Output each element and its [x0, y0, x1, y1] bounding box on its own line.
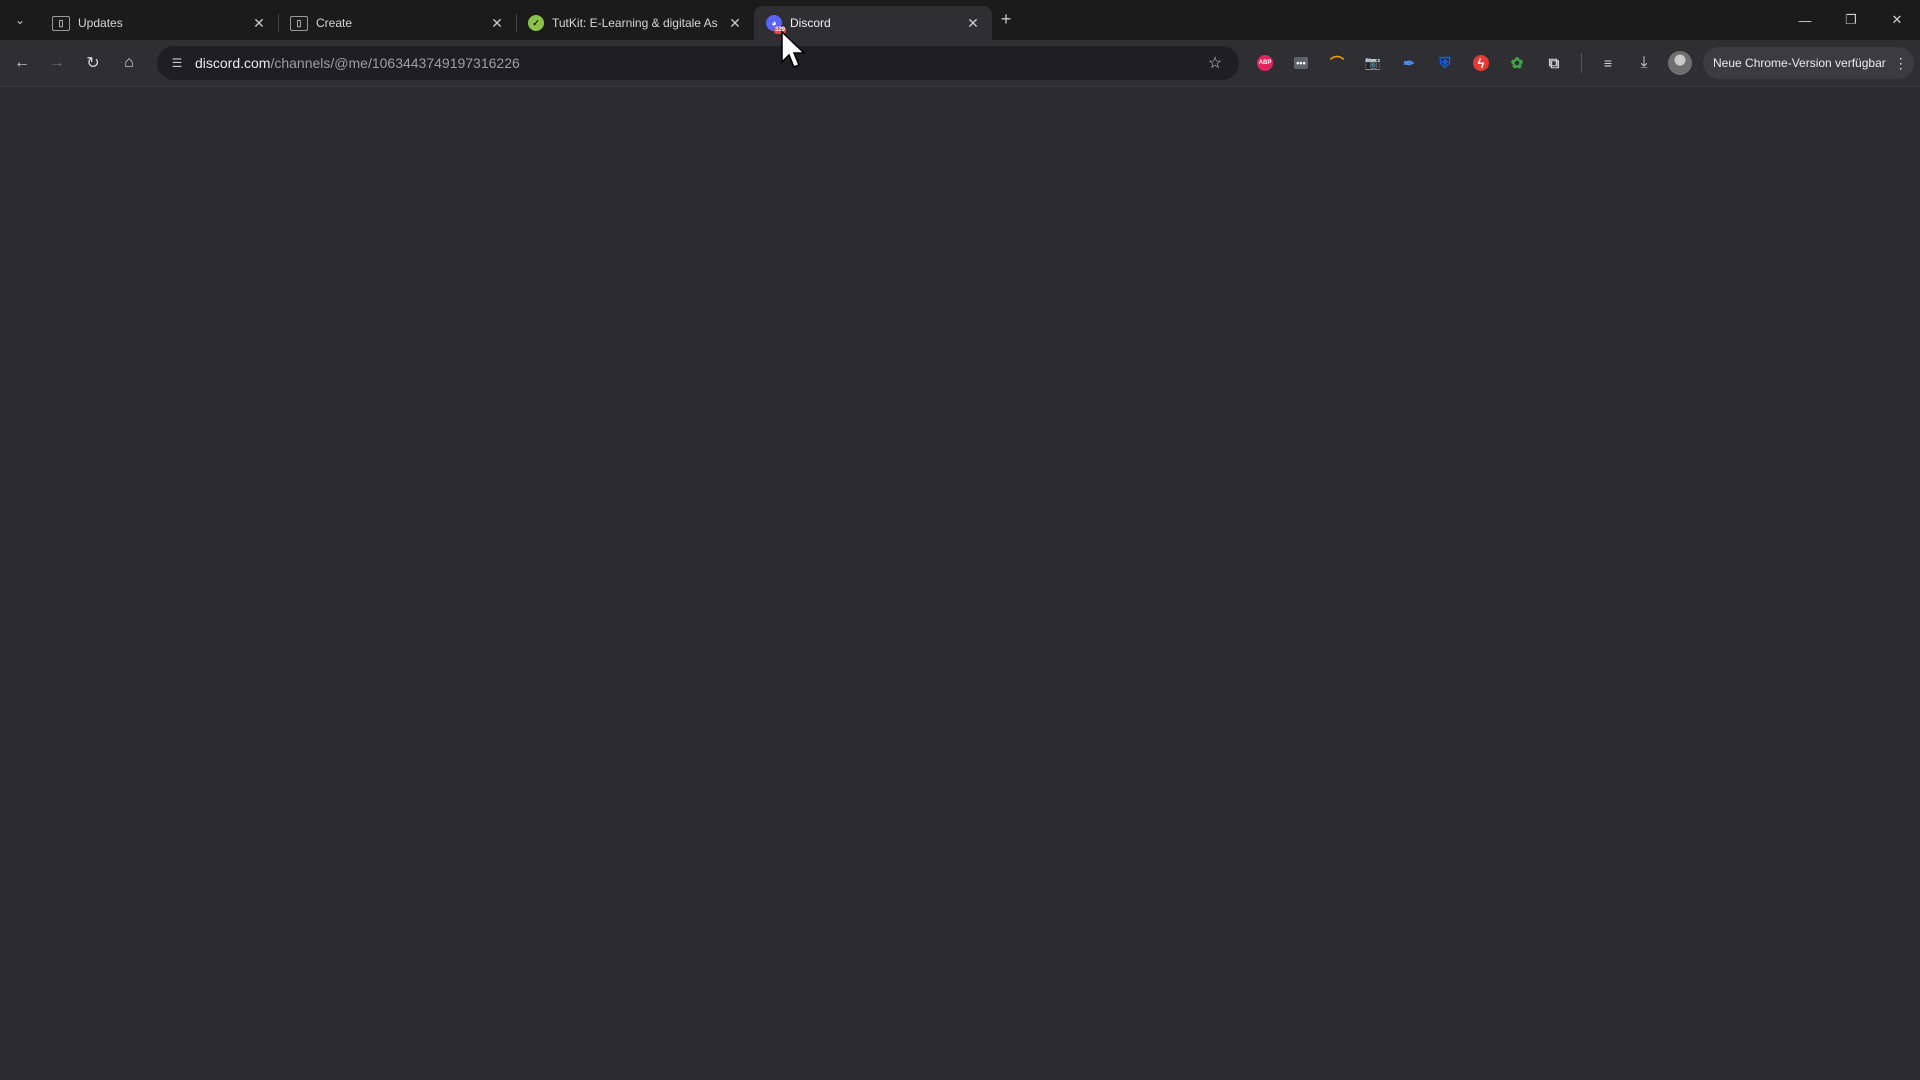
tab-strip: ⌄ ▯ Updates ✕ ▯ Create ✕ ✓ TutKit: E-Lea… — [0, 0, 1920, 40]
tab-updates[interactable]: ▯ Updates ✕ — [40, 6, 278, 40]
tab-search-chevron-icon[interactable]: ⌄ — [8, 8, 32, 32]
new-tab-button[interactable]: + — [995, 8, 1017, 30]
minimize-button[interactable]: — — [1782, 0, 1828, 40]
bookmark-star-icon[interactable]: ☆ — [1203, 51, 1227, 75]
adblock-plus-icon[interactable]: ABP — [1254, 52, 1276, 74]
lightning-glyph: ϟ — [1473, 55, 1489, 71]
download-icon[interactable]: ⤓ — [1632, 51, 1656, 75]
tab-close-icon[interactable]: ✕ — [250, 14, 268, 32]
document-icon: ▯ — [52, 15, 70, 31]
tab-title: Discord — [790, 16, 831, 30]
tab-close-icon[interactable]: ✕ — [964, 14, 982, 32]
pen-icon[interactable]: ✒ — [1398, 52, 1420, 74]
adblock-plus-glyph: ABP — [1257, 55, 1273, 71]
tab-create[interactable]: ▯ Create ✕ — [278, 6, 516, 40]
url-host: discord.com — [195, 55, 271, 71]
puzzle-icon[interactable]: ⧉ — [1543, 52, 1565, 74]
back-arrow-icon[interactable]: ← — [10, 51, 34, 75]
password-dots-glyph: ••• — [1294, 57, 1308, 69]
puzzle-glyph: ⧉ — [1548, 54, 1560, 72]
tab-tutkit[interactable]: ✓ TutKit: E-Learning & digitale As ✕ — [516, 6, 754, 40]
menu-dots-icon[interactable]: ⋮ — [1894, 55, 1908, 72]
tab-close-icon[interactable]: ✕ — [488, 14, 506, 32]
tab-close-icon[interactable]: ✕ — [726, 14, 744, 32]
document-icon: ▯ — [290, 15, 308, 31]
browser-toolbar: ← → ↻ ⌂ ☰ discord.com/channels/@me/10634… — [0, 40, 1920, 87]
bitwarden-shield-glyph: ⛨ — [1439, 54, 1451, 72]
tab-title: Create — [316, 16, 353, 30]
site-info-icon[interactable]: ☰ — [165, 51, 189, 75]
tutkit-icon: ✓ — [528, 15, 544, 31]
bitwarden-shield-icon[interactable]: ⛨ — [1434, 52, 1456, 74]
profile-avatar[interactable] — [1668, 51, 1692, 75]
leaf-icon[interactable]: ✿ — [1506, 52, 1528, 74]
close-window-button[interactable]: ✕ — [1874, 0, 1920, 40]
toolbar-separator — [1581, 53, 1582, 73]
discord-icon: ◕ 329 — [766, 15, 786, 34]
rainbow-arc-glyph: ⌒ — [1330, 55, 1344, 71]
address-bar[interactable]: ☰ discord.com/channels/@me/1063443749197… — [157, 46, 1239, 80]
lightning-icon[interactable]: ϟ — [1470, 52, 1492, 74]
maximize-button[interactable]: ❐ — [1828, 0, 1874, 40]
url-text[interactable]: discord.com/channels/@me/106344374919731… — [195, 55, 520, 71]
forward-arrow-icon[interactable]: → — [45, 51, 69, 75]
tab-title: TutKit: E-Learning & digitale As — [552, 16, 718, 30]
url-path: /channels/@me/1063443749197316226 — [270, 55, 520, 71]
page-content — [0, 87, 1920, 1080]
update-chrome-label: Neue Chrome-Version verfügbar — [1713, 56, 1886, 70]
mouse-pointer-icon — [781, 30, 806, 68]
camera-glyph: 📷 — [1364, 55, 1382, 70]
home-icon[interactable]: ⌂ — [117, 51, 141, 75]
reload-icon[interactable]: ↻ — [81, 51, 105, 75]
media-queue-icon[interactable]: ≡ — [1596, 51, 1620, 75]
password-dots-icon[interactable]: ••• — [1290, 52, 1312, 74]
pen-glyph: ✒ — [1403, 54, 1415, 71]
rainbow-arc-icon[interactable]: ⌒ — [1326, 52, 1348, 74]
leaf-glyph: ✿ — [1510, 55, 1524, 72]
tab-title: Updates — [78, 16, 123, 30]
update-chrome-button[interactable]: Neue Chrome-Version verfügbar ⋮ — [1703, 47, 1914, 79]
camera-icon[interactable]: 📷 — [1362, 52, 1384, 74]
